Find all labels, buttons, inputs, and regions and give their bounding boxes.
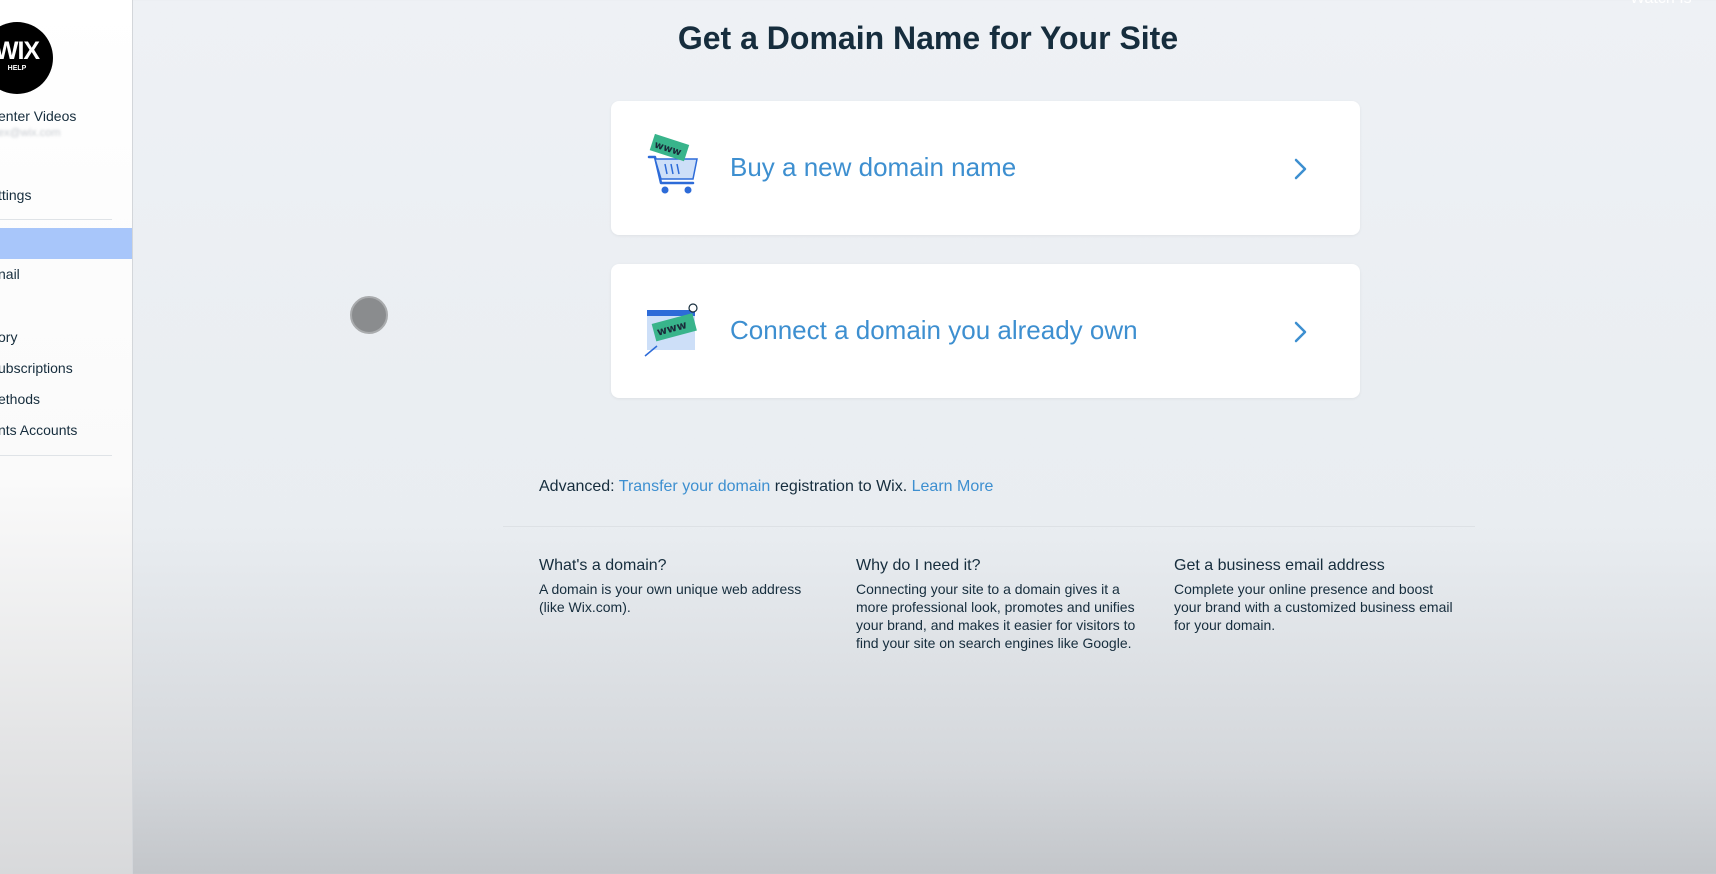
chevron-right-icon <box>1294 321 1307 343</box>
info-column-business-email: Get a business email address Complete yo… <box>1174 557 1459 634</box>
info-heading: Get a business email address <box>1174 557 1385 574</box>
logo-text: WIX <box>0 37 40 65</box>
sidebar-item-subscriptions[interactable]: ubscriptions <box>0 360 73 376</box>
info-heading: What's a domain? <box>539 557 667 574</box>
info-body: Complete your online presence and boost … <box>1174 581 1453 633</box>
sidebar-item-settings[interactable]: ttings <box>0 187 31 203</box>
connect-domain-label: Connect a domain you already own <box>730 315 1138 345</box>
shopping-cart-www-icon: www <box>647 133 698 194</box>
transfer-domain-link[interactable]: Transfer your domain <box>619 478 770 495</box>
page-title: Get a Domain Name for Your Site <box>677 20 1179 56</box>
wix-help-logo: WIX HELP <box>0 22 53 94</box>
sidebar-item-history[interactable]: ory <box>0 329 17 345</box>
buy-domain-label: Buy a new domain name <box>730 152 1017 182</box>
chevron-right-icon <box>1294 158 1307 180</box>
mouse-cursor-indicator <box>350 296 388 334</box>
sidebar-item-payment-methods[interactable]: ethods <box>0 391 40 407</box>
advanced-prefix: Advanced: <box>539 478 615 495</box>
site-email: ex@wix.com <box>0 127 61 139</box>
sidebar: WIX HELP enter Videos ex@wix.com ttings … <box>0 0 133 874</box>
info-body: Connecting your site to a domain gives i… <box>856 581 1136 651</box>
sidebar-item-email[interactable]: nail <box>0 266 20 282</box>
sidebar-divider <box>0 219 112 220</box>
info-column-why-need-it: Why do I need it? Connecting your site t… <box>856 557 1141 652</box>
advanced-transfer-line: Advanced: Transfer your domain registrat… <box>539 478 993 496</box>
advanced-middle-text: registration to Wix. <box>774 478 908 495</box>
info-body: A domain is your own unique web address … <box>539 581 802 615</box>
logo-subtext: HELP <box>7 65 27 72</box>
sidebar-item-domains-active[interactable] <box>0 228 132 259</box>
browser-www-tag-icon: www <box>644 303 698 357</box>
sidebar-item-payments-accounts[interactable]: nts Accounts <box>0 422 77 438</box>
learn-more-link[interactable]: Learn More <box>912 478 994 495</box>
info-column-what-is-domain: What's a domain? A domain is your own un… <box>539 557 824 616</box>
buy-domain-card[interactable]: www Buy a new domain name <box>611 101 1360 235</box>
section-divider <box>503 526 1475 527</box>
site-name: enter Videos <box>0 108 77 124</box>
sidebar-divider <box>0 455 112 456</box>
connect-domain-card[interactable]: www Connect a domain you already own <box>611 264 1360 398</box>
info-heading: Why do I need it? <box>856 557 981 574</box>
watch-overlay-text: Watch Is <box>1630 0 1692 8</box>
